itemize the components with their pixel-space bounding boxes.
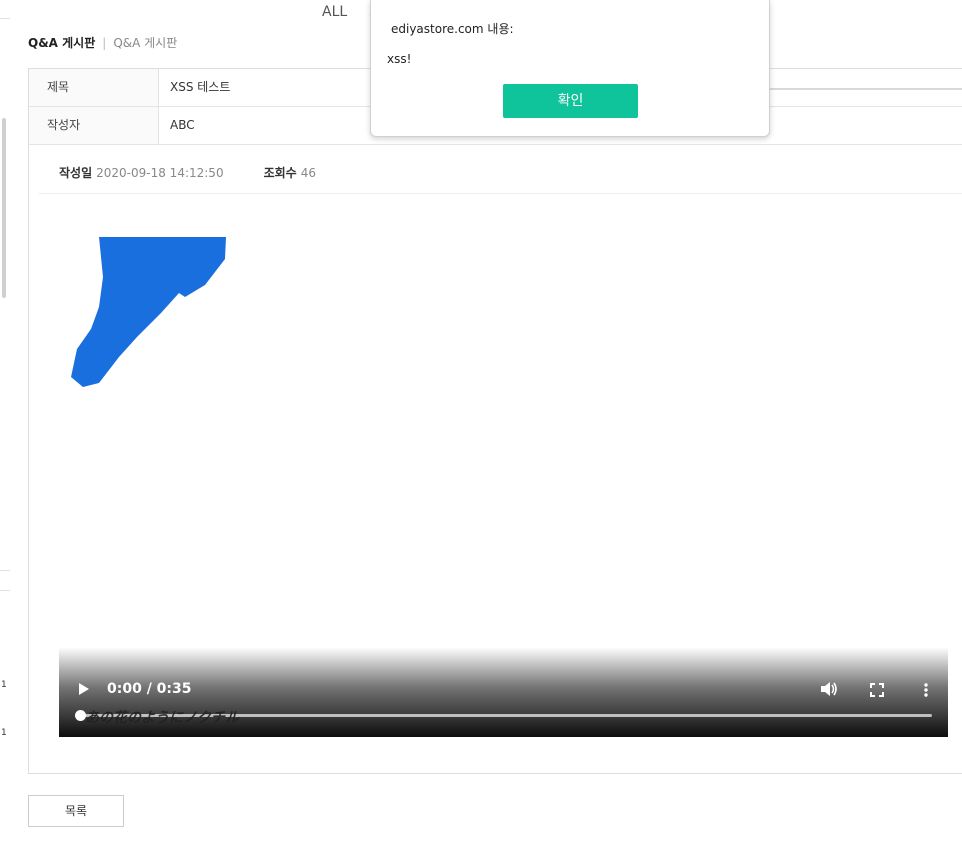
breadcrumb-sub[interactable]: Q&A 게시판 <box>113 36 177 50</box>
alert-dialog: ediyastore.com 내용: xss! 확인 <box>370 0 770 137</box>
video-player[interactable]: 0:00 / 0:35 あの花のようにノクチル <box>59 237 948 737</box>
post-detail: 제목 XSS 테스트 작성자 ABC 작성일 2020-09-18 14:12:5… <box>28 68 962 774</box>
left-scrollbar[interactable] <box>2 118 6 298</box>
alert-title: ediyastore.com 내용: <box>391 22 514 36</box>
breadcrumb-title[interactable]: Q&A 게시판 <box>28 36 95 50</box>
date-label: 작성일 <box>59 166 93 180</box>
alert-ok-button[interactable]: 확인 <box>503 84 638 118</box>
subject-label: 제목 <box>29 69 159 106</box>
blue-shape <box>71 237 226 387</box>
list-button[interactable]: 목록 <box>28 795 124 827</box>
fullscreen-icon[interactable] <box>870 683 884 697</box>
alert-message: xss! <box>387 52 412 66</box>
post-meta: 작성일 2020-09-18 14:12:50 조회수 46 <box>59 164 316 181</box>
meta-divider <box>39 193 962 194</box>
left-edge-mark: 1 <box>1 728 7 738</box>
nav-item-all[interactable]: ALL <box>322 4 347 20</box>
author-label: 작성자 <box>29 107 159 144</box>
breadcrumb: Q&A 게시판 | Q&A 게시판 <box>28 34 177 51</box>
views-label: 조회수 <box>263 166 297 180</box>
left-edge-mark: 1 <box>1 680 7 690</box>
views-value: 46 <box>300 166 316 180</box>
left-panel-edge: 1 1 <box>0 0 10 856</box>
video-controls: 0:00 / 0:35 あの花のようにノクチル <box>59 647 948 737</box>
left-divider <box>0 570 10 571</box>
left-divider <box>0 590 10 591</box>
play-icon[interactable] <box>79 683 89 695</box>
video-subtitle: あの花のようにノクチル <box>85 710 239 726</box>
breadcrumb-separator: | <box>102 36 107 50</box>
video-time: 0:00 / 0:35 <box>107 681 192 697</box>
volume-icon[interactable] <box>820 681 838 697</box>
date-value: 2020-09-18 14:12:50 <box>96 166 224 180</box>
subject-value: XSS 테스트 <box>170 80 231 94</box>
more-options-icon[interactable] <box>924 683 928 697</box>
author-value: ABC <box>170 118 195 132</box>
left-divider <box>0 18 10 19</box>
